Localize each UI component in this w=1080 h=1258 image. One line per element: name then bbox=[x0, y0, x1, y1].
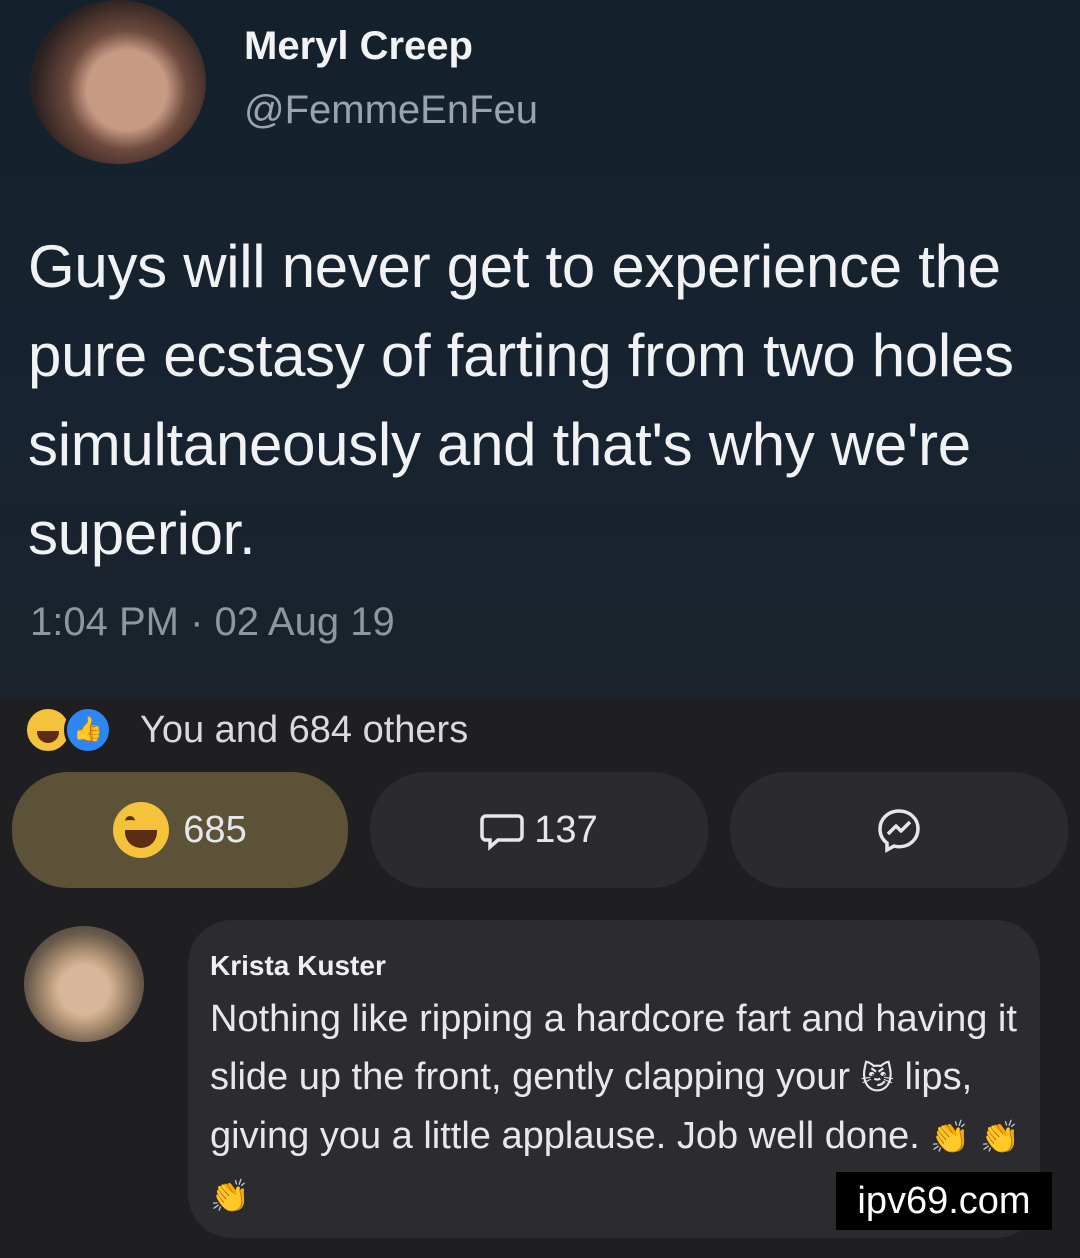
cat-face-icon: 😼 bbox=[860, 1059, 894, 1097]
watermark: ipv69.com bbox=[836, 1172, 1052, 1230]
haha-count: 685 bbox=[183, 808, 247, 851]
author-avatar[interactable] bbox=[30, 0, 206, 164]
author-handle[interactable]: @FemmeEnFeu bbox=[244, 88, 538, 133]
author-name[interactable]: Meryl Creep bbox=[244, 24, 473, 69]
post-text: Guys will never get to experience the pu… bbox=[28, 233, 1014, 567]
haha-reaction-button[interactable]: 685 bbox=[12, 772, 348, 888]
like-icon: 👍 bbox=[64, 706, 112, 754]
reactions-summary-text: You and 684 others bbox=[140, 708, 469, 751]
tweet-card: Meryl Creep @FemmeEnFeu Guys will never … bbox=[0, 0, 1080, 700]
comment-button[interactable]: 137 bbox=[370, 772, 708, 888]
commenter-avatar[interactable] bbox=[24, 926, 144, 1042]
messenger-icon bbox=[878, 809, 920, 854]
post-timestamp: 1:04 PM · 02 Aug 19 bbox=[30, 600, 395, 644]
haha-icon bbox=[113, 802, 170, 858]
comment-icon bbox=[480, 814, 525, 851]
comment-count: 137 bbox=[534, 808, 598, 851]
reactions-summary[interactable]: 👍 You and 684 others bbox=[24, 702, 468, 758]
commenter-name[interactable]: Krista Kuster bbox=[210, 950, 386, 982]
messenger-share-button[interactable] bbox=[730, 772, 1068, 888]
